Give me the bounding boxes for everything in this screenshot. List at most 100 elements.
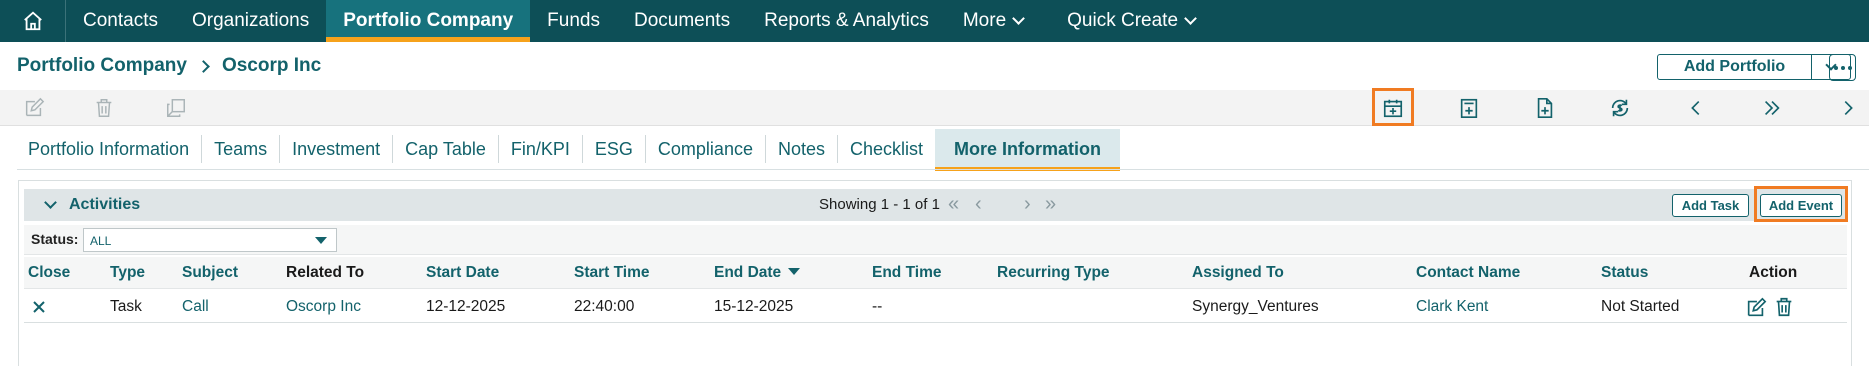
column-related-to: Related To [286, 264, 365, 281]
add-task-button[interactable]: Add Task [1672, 194, 1749, 217]
more-options-button[interactable] [1829, 54, 1856, 81]
tab-portfolio-information[interactable]: Portfolio Information [17, 135, 203, 163]
duplicate-icon[interactable] [164, 96, 188, 120]
previous-page-icon[interactable]: ‹ [975, 193, 982, 215]
add-portfolio-split-button: Add Portfolio [1657, 54, 1851, 80]
nav-label: Funds [547, 10, 600, 31]
nav-quick-create-dropdown[interactable]: Quick Create [1050, 0, 1212, 42]
nav-label: Quick Create [1067, 10, 1179, 31]
tabs-divider [17, 169, 1869, 170]
tab-notes[interactable]: Notes [766, 135, 838, 163]
cell-start-date: 12-12-2025 [426, 298, 506, 315]
cell-end-time: -- [872, 298, 883, 315]
next-icon[interactable] [1836, 96, 1860, 120]
breadcrumb-parent-link[interactable]: Portfolio Company [17, 55, 187, 77]
cell-status: Not Started [1601, 298, 1680, 315]
cell-related-to-link[interactable]: Oscorp Inc [286, 298, 361, 316]
cell-assigned-to: Synergy_Ventures [1192, 298, 1319, 315]
last-page-icon[interactable]: » [1045, 193, 1056, 215]
table-row: Task Call Oscorp Inc 12-12-2025 22:40:00… [24, 291, 1847, 323]
nav-label: Reports & Analytics [764, 10, 929, 31]
first-page-icon[interactable]: « [948, 193, 959, 215]
column-type[interactable]: Type [110, 264, 145, 282]
status-filter-select[interactable]: ALL [83, 228, 337, 252]
delete-icon[interactable] [92, 96, 116, 120]
nav-label: Contacts [83, 10, 158, 31]
tab-esg[interactable]: ESG [583, 135, 646, 163]
tab-checklist[interactable]: Checklist [838, 135, 935, 163]
record-toolbar [0, 90, 1869, 126]
activities-title[interactable]: Activities [69, 196, 140, 214]
tab-teams[interactable]: Teams [202, 135, 281, 163]
close-activity-icon[interactable] [32, 300, 46, 314]
nav-organizations[interactable]: Organizations [175, 0, 326, 42]
dot-icon [1833, 65, 1838, 70]
collapse-chevron-icon[interactable] [44, 196, 57, 209]
column-start-time[interactable]: Start Time [574, 264, 650, 282]
next-page-icon[interactable]: › [1024, 193, 1031, 215]
column-subject[interactable]: Subject [182, 264, 238, 282]
previous-icon[interactable] [1684, 96, 1708, 120]
chevron-right-icon [197, 59, 210, 73]
sync-finance-icon[interactable] [1608, 96, 1632, 120]
column-end-date-label: End Date [714, 264, 782, 281]
cell-subject-link[interactable]: Call [182, 298, 209, 316]
nav-portfolio-company[interactable]: Portfolio Company [326, 0, 531, 42]
column-action: Action [1749, 264, 1798, 281]
column-close[interactable]: Close [28, 264, 70, 282]
home-button[interactable] [0, 0, 66, 42]
status-filter-value: ALL [90, 234, 112, 248]
column-recurring-type[interactable]: Recurring Type [997, 264, 1110, 282]
delete-activity-icon[interactable] [1773, 296, 1795, 318]
breadcrumb-current: Oscorp Inc [221, 55, 322, 76]
activities-panel: Activities Showing 1 - 1 of 1 « ‹ › » Ad… [18, 180, 1852, 366]
dropdown-caret-icon [315, 237, 327, 244]
add-document-icon[interactable] [1533, 96, 1557, 120]
tab-fin-kpi[interactable]: Fin/KPI [499, 135, 583, 163]
record-tabs: Portfolio Information Teams Investment C… [17, 128, 1121, 171]
cell-start-time: 22:40:00 [574, 298, 635, 315]
status-filter-row: Status: ALL [24, 225, 1847, 255]
top-navigation: Contacts Organizations Portfolio Company… [0, 0, 1869, 42]
nav-reports-analytics[interactable]: Reports & Analytics [747, 0, 946, 42]
column-end-date[interactable]: End Date [714, 264, 801, 282]
add-portfolio-button[interactable]: Add Portfolio [1658, 55, 1812, 79]
breadcrumb: Portfolio Company Oscorp Inc Add Portfol… [0, 42, 1869, 90]
toolbar-highlight-box [1372, 88, 1414, 126]
activities-table-header: Close Type Subject Related To Start Date… [24, 257, 1847, 289]
home-icon [23, 11, 42, 31]
add-task-icon[interactable] [1457, 96, 1481, 120]
cell-type: Task [110, 298, 142, 315]
nav-more-dropdown[interactable]: More [946, 0, 1040, 42]
column-start-date[interactable]: Start Date [426, 264, 499, 282]
last-icon[interactable] [1760, 96, 1784, 120]
status-filter-label: Status: [31, 231, 79, 247]
nav-documents[interactable]: Documents [617, 0, 747, 42]
tab-compliance[interactable]: Compliance [646, 135, 766, 163]
column-assigned-to[interactable]: Assigned To [1192, 264, 1284, 282]
column-status[interactable]: Status [1601, 264, 1648, 282]
tab-cap-table[interactable]: Cap Table [393, 135, 499, 163]
column-end-time[interactable]: End Time [872, 264, 941, 282]
nav-label: Portfolio Company [343, 10, 514, 31]
tab-more-information[interactable]: More Information [935, 129, 1121, 171]
cell-contact-name-link[interactable]: Clark Kent [1416, 298, 1488, 316]
cell-end-date: 15-12-2025 [714, 298, 794, 315]
dot-icon [1847, 65, 1852, 70]
edit-activity-icon[interactable] [1745, 297, 1767, 319]
column-contact-name[interactable]: Contact Name [1416, 264, 1520, 282]
add-event-highlight-box [1754, 186, 1848, 222]
dot-icon [1840, 65, 1845, 70]
chevron-down-icon [1012, 12, 1026, 25]
sort-descending-icon [788, 268, 801, 275]
pagination-summary: Showing 1 - 1 of 1 [819, 196, 940, 213]
activities-header: Activities Showing 1 - 1 of 1 « ‹ › » Ad… [24, 189, 1847, 221]
edit-icon[interactable] [22, 96, 46, 120]
tab-investment[interactable]: Investment [280, 135, 394, 163]
nav-label: Documents [633, 10, 731, 31]
nav-funds[interactable]: Funds [530, 0, 617, 42]
nav-label: Organizations [191, 10, 310, 31]
nav-contacts[interactable]: Contacts [66, 0, 175, 42]
chevron-down-icon [1184, 12, 1197, 25]
nav-label: More [962, 10, 1007, 31]
